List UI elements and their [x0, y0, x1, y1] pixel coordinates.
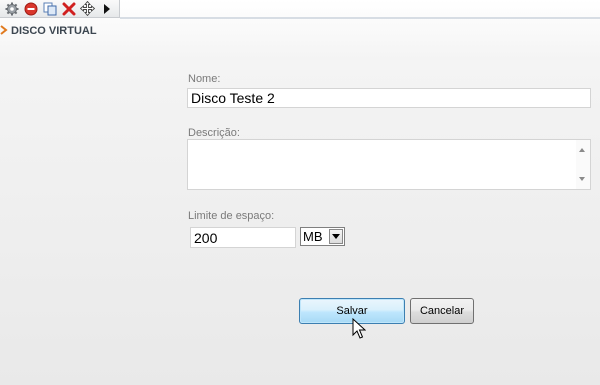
delete-icon[interactable]: [60, 1, 77, 17]
description-label: Descrição:: [188, 127, 240, 139]
mouse-cursor-icon: [352, 318, 366, 339]
limit-label: Limite de espaço:: [188, 210, 275, 222]
name-input[interactable]: [187, 88, 591, 108]
toolbar-divider: [120, 17, 600, 19]
chevron-down-icon: [332, 234, 340, 239]
gear-icon[interactable]: [3, 1, 20, 17]
remove-icon[interactable]: [22, 1, 39, 17]
dropdown-button[interactable]: [329, 229, 343, 244]
toolbar: [0, 0, 120, 18]
copy-icon[interactable]: [41, 1, 58, 17]
name-label: Nome:: [188, 73, 221, 85]
scroll-up-icon[interactable]: [579, 148, 585, 152]
move-icon[interactable]: [79, 1, 96, 17]
play-arrow-icon[interactable]: [98, 1, 115, 17]
space-limit-input[interactable]: [190, 227, 296, 248]
unit-select[interactable]: MB: [300, 227, 345, 246]
section-title: DISCO VIRTUAL: [11, 25, 97, 37]
description-scrollbar[interactable]: [576, 140, 590, 189]
description-field-wrapper: [187, 139, 591, 190]
chevron-right-icon: [0, 24, 8, 38]
description-textarea[interactable]: [188, 140, 577, 189]
section-header: DISCO VIRTUAL: [0, 24, 97, 38]
cancel-button[interactable]: Cancelar: [410, 298, 474, 324]
scroll-down-icon[interactable]: [579, 177, 585, 181]
unit-selected-value: MB: [303, 229, 323, 244]
